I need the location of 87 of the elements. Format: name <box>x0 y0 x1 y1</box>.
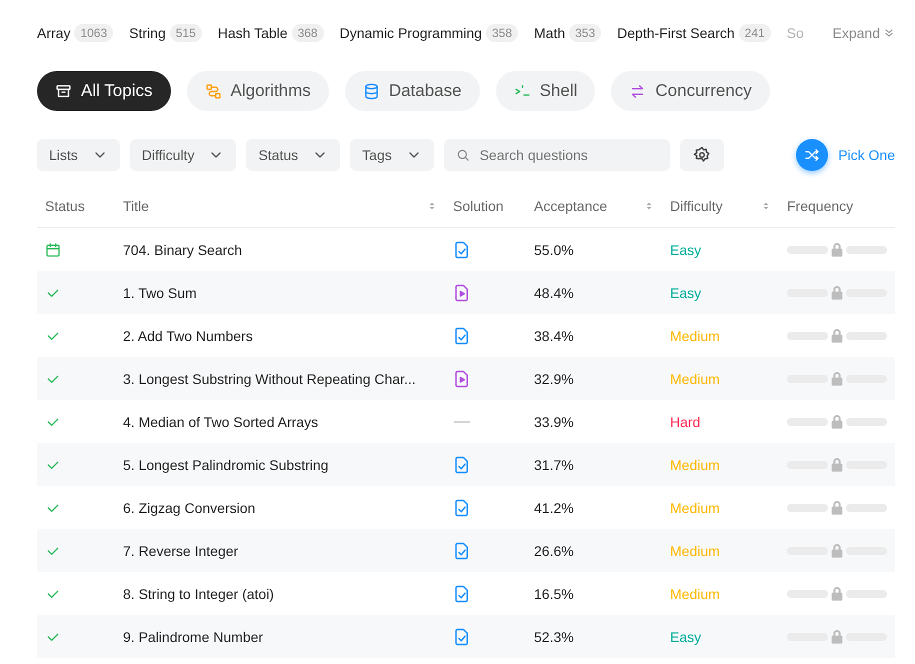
lock-icon <box>829 284 845 302</box>
acceptance-rate: 41.2% <box>534 500 574 516</box>
tag-name: Depth-First Search <box>617 25 735 41</box>
column-header[interactable]: Title <box>123 198 149 214</box>
document-play-icon <box>453 284 471 302</box>
lock-icon <box>829 456 845 474</box>
acceptance-rate: 26.6% <box>534 542 574 558</box>
filter-dropdown[interactable]: Tags <box>350 139 434 171</box>
tag-count: 353 <box>569 24 602 42</box>
difficulty-label: Medium <box>670 542 720 558</box>
lock-icon <box>829 498 845 516</box>
database-icon <box>362 82 380 100</box>
tag-name: Array <box>37 25 70 41</box>
document-check-icon <box>453 498 471 516</box>
document-check-icon <box>453 584 471 602</box>
problem-title-link[interactable]: 7. Reverse Integer <box>123 542 238 558</box>
problem-title-link[interactable]: 8. String to Integer (atoi) <box>123 586 274 602</box>
difficulty-label: Hard <box>670 414 700 430</box>
column-header[interactable]: Difficulty <box>670 198 723 214</box>
lock-icon <box>829 584 845 602</box>
document-check-icon <box>453 542 471 560</box>
difficulty-label: Medium <box>670 500 720 516</box>
acceptance-rate: 32.9% <box>534 370 574 386</box>
column-header[interactable]: Acceptance <box>534 198 608 214</box>
difficulty-label: Medium <box>670 370 720 386</box>
difficulty-label: Medium <box>670 586 720 602</box>
search-field[interactable]: Search questions <box>444 139 670 171</box>
document-check-icon <box>453 456 471 474</box>
filter-dropdown[interactable]: Status <box>246 139 340 171</box>
problem-title-link[interactable]: 9. Palindrome Number <box>123 628 264 644</box>
tag-count: 241 <box>738 24 771 42</box>
calendar-icon <box>45 242 61 258</box>
problem-title-link[interactable]: 1. Two Sum <box>123 284 197 300</box>
lock-icon <box>829 370 845 388</box>
search-icon <box>456 148 470 162</box>
archive-icon <box>55 82 72 100</box>
document-play-icon <box>453 370 471 388</box>
topic-tab[interactable]: Algorithms <box>186 71 329 111</box>
tag-name: String <box>129 25 166 41</box>
difficulty-label: Medium <box>670 456 720 472</box>
acceptance-rate: 48.4% <box>534 284 574 300</box>
acceptance-rate: 52.3% <box>534 628 574 644</box>
lock-icon <box>829 412 845 430</box>
difficulty-label: Medium <box>670 328 720 344</box>
topic-tab[interactable]: Database <box>344 71 480 111</box>
acceptance-rate: 16.5% <box>534 586 574 602</box>
topic-tab[interactable]: Shell <box>496 71 596 111</box>
topic-tab[interactable]: Concurrency <box>611 71 770 111</box>
tag-count: 1063 <box>74 24 114 42</box>
lock-icon <box>829 326 845 344</box>
expand-link[interactable]: Expand <box>832 25 895 41</box>
topic-tab[interactable]: All Topics <box>37 71 170 111</box>
acceptance-rate: 33.9% <box>534 414 574 430</box>
document-check-icon <box>453 240 471 258</box>
tag-count: 515 <box>170 24 202 42</box>
double-chevron-icon <box>883 27 895 39</box>
document-check-icon <box>453 628 471 646</box>
difficulty-label: Easy <box>670 242 702 258</box>
filter-dropdown[interactable]: Difficulty <box>130 139 236 171</box>
column-header: Status <box>45 198 85 214</box>
search-input[interactable]: Search questions <box>478 146 670 164</box>
shuffle-icon <box>804 147 820 163</box>
lock-icon <box>829 628 845 646</box>
difficulty-label: Easy <box>670 628 702 644</box>
tag-name: Hash Table <box>218 25 288 41</box>
problem-title-link[interactable]: 6. Zigzag Conversion <box>123 500 256 516</box>
settings-button[interactable] <box>680 139 724 171</box>
flow-icon <box>204 82 222 100</box>
dash-icon <box>453 420 471 424</box>
filter-dropdown[interactable]: Lists <box>37 139 120 171</box>
document-check-icon <box>453 326 471 344</box>
acceptance-rate: 38.4% <box>534 328 574 344</box>
lock-icon <box>829 240 845 258</box>
problem-title-link[interactable]: 4. Median of Two Sorted Arrays <box>123 414 318 430</box>
problem-title-link[interactable]: 704. Binary Search <box>123 242 242 258</box>
tag-count: 358 <box>486 24 518 42</box>
tag-name: Dynamic Programming <box>340 25 482 41</box>
column-header: Solution <box>453 198 504 214</box>
tag-count: 368 <box>292 24 324 42</box>
lock-icon <box>829 542 845 560</box>
problem-title-link[interactable]: 2. Add Two Numbers <box>123 328 253 344</box>
acceptance-rate: 55.0% <box>534 242 574 258</box>
acceptance-rate: 31.7% <box>534 456 574 472</box>
difficulty-label: Easy <box>670 284 702 300</box>
column-header: Frequency <box>787 198 854 214</box>
tag-name: Math <box>534 25 566 41</box>
settings-icon <box>692 146 711 164</box>
